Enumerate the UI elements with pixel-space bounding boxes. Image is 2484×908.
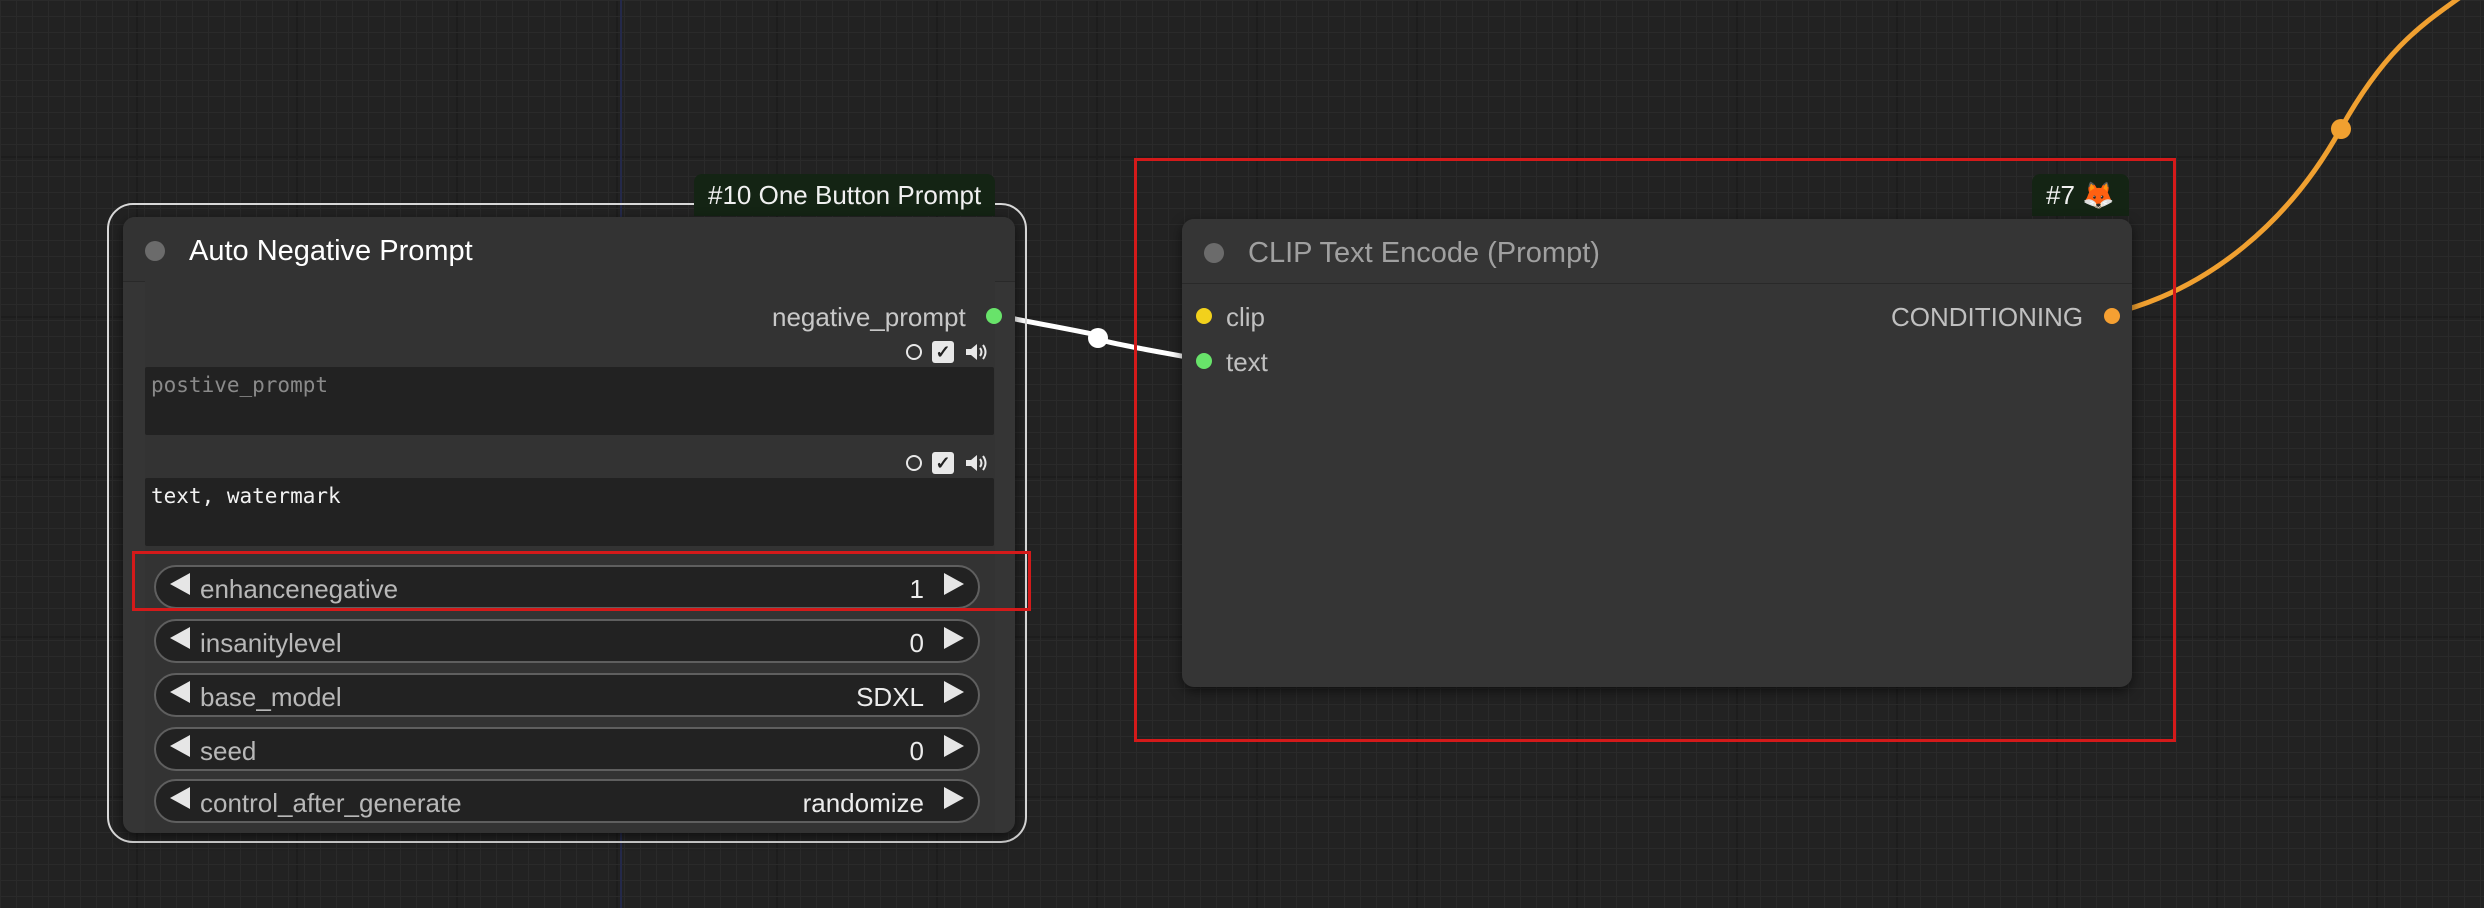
- widget-value: SDXL: [856, 682, 924, 712]
- increment-arrow-icon[interactable]: [944, 681, 964, 703]
- text-widget-toolbar: ✓: [906, 341, 990, 363]
- node-header[interactable]: Auto Negative Prompt: [123, 217, 1015, 282]
- widget-seed[interactable]: seed 0: [154, 727, 980, 771]
- decrement-arrow-icon[interactable]: [170, 787, 190, 809]
- speaker-icon[interactable]: [964, 341, 990, 363]
- increment-arrow-icon[interactable]: [944, 787, 964, 809]
- increment-arrow-icon[interactable]: [944, 735, 964, 757]
- highlight-clip-node: [1134, 158, 2176, 742]
- speaker-icon[interactable]: [964, 452, 990, 474]
- circle-icon[interactable]: [906, 455, 922, 471]
- widget-label: control_after_generate: [200, 788, 462, 818]
- text-widget-toolbar: ✓: [906, 452, 990, 474]
- increment-arrow-icon[interactable]: [944, 627, 964, 649]
- output-slot-negative-prompt[interactable]: [986, 308, 1002, 324]
- widget-base-model[interactable]: base_model SDXL: [154, 673, 980, 717]
- collapse-dot-icon[interactable]: [145, 241, 165, 261]
- widget-label: seed: [200, 736, 257, 766]
- negative-prompt-textarea[interactable]: text, watermark: [145, 478, 994, 546]
- decrement-arrow-icon[interactable]: [170, 627, 190, 649]
- widget-control-after-generate[interactable]: control_after_generate randomize: [154, 779, 980, 823]
- widget-insanitylevel[interactable]: insanitylevel 0: [154, 619, 980, 663]
- widget-value: 0: [909, 736, 924, 766]
- checkbox-icon[interactable]: ✓: [932, 341, 954, 363]
- widget-value: 0: [909, 628, 924, 658]
- highlight-enhancenegative: [132, 551, 1031, 611]
- node-badge: #10 One Button Prompt: [694, 174, 996, 216]
- decrement-arrow-icon[interactable]: [170, 681, 190, 703]
- checkbox-icon[interactable]: ✓: [932, 452, 954, 474]
- widget-label: insanitylevel: [200, 628, 342, 658]
- node-title: Auto Negative Prompt: [189, 235, 473, 267]
- output-label-negative-prompt: negative_prompt: [772, 302, 966, 332]
- widget-label: base_model: [200, 682, 342, 712]
- positive-prompt-textarea[interactable]: postive_prompt: [145, 367, 994, 435]
- circle-icon[interactable]: [906, 344, 922, 360]
- decrement-arrow-icon[interactable]: [170, 735, 190, 757]
- widget-value: randomize: [802, 788, 924, 818]
